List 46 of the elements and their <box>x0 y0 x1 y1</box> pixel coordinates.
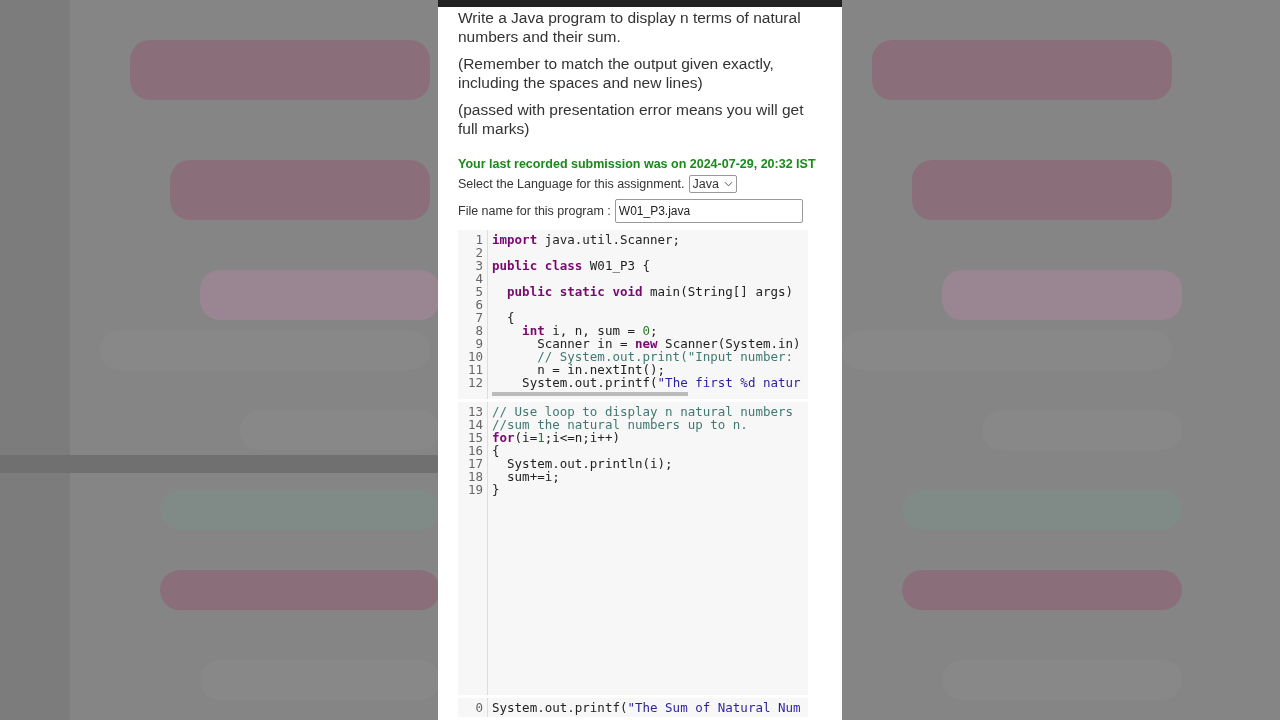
question-text: (passed with presentation error means you will get full marks) <box>458 100 805 138</box>
line-number: 18 <box>466 470 483 483</box>
scrollbar[interactable] <box>492 392 688 396</box>
line-number: 9 <box>474 337 483 350</box>
line-number: 5 <box>474 285 483 298</box>
language-dropdown[interactable]: Java <box>688 175 737 193</box>
code-line: sum+=i; <box>506 469 560 484</box>
line-number: 19 <box>466 483 483 496</box>
line-number: 17 <box>466 457 483 470</box>
line-number: 0 <box>474 701 483 714</box>
code-line: System.out.println(i); <box>506 456 673 471</box>
language-label: Select the Language for this assignment. <box>458 177 685 191</box>
question-text: (Remember to match the output given exactly, including the spaces and new lines) <box>458 54 775 92</box>
line-number: 16 <box>466 444 483 457</box>
line-number: 13 <box>466 405 483 418</box>
submission-note: Your last recorded submission was on 2024-07-29, 20:32 IST <box>458 157 817 171</box>
code-line: } <box>492 482 500 497</box>
code-line: System.out.printf("The Sum of Natural Num <box>492 700 801 715</box>
line-number: 8 <box>474 324 483 337</box>
code-line: Scanner in = new Scanner(System.in) <box>536 336 801 351</box>
line-number: 1 <box>474 233 483 246</box>
code-line: { <box>506 310 515 325</box>
file-name-label: File name for this program : <box>458 204 611 218</box>
line-number: 6 <box>474 298 483 311</box>
line-number: 10 <box>466 350 483 363</box>
line-number: 14 <box>466 418 483 431</box>
code-line: { <box>492 443 500 458</box>
code-line: System.out.printf("The first %d natur <box>521 375 801 390</box>
line-number: 11 <box>466 363 483 376</box>
line-number: 12 <box>466 376 483 389</box>
code-line: //sum the natural numbers up to n. <box>492 417 748 432</box>
line-number: 3 <box>474 259 483 272</box>
code-line: n = in.nextInt(); <box>536 362 666 377</box>
code-line: public class W01_P3 { <box>492 258 651 273</box>
line-number: 2 <box>474 246 483 259</box>
line-number: 4 <box>474 272 483 285</box>
code-line: int i, n, sum = 0; <box>521 323 658 338</box>
caret-icon <box>723 181 733 187</box>
code-line: import java.util.Scanner; <box>492 232 681 247</box>
line-number: 15 <box>466 431 483 444</box>
code-line: public static void main(String[] args) <box>506 284 794 299</box>
line-number: 7 <box>474 311 483 324</box>
code-line: // Use loop to display n natural numbers <box>492 404 794 419</box>
file-name-field[interactable]: W01_P3.java <box>614 199 803 223</box>
question-text: Write a Java program to display n terms of natural numbers and their sum. <box>458 8 802 46</box>
code-line: for(i=1;i<=n;i++) <box>492 430 620 445</box>
